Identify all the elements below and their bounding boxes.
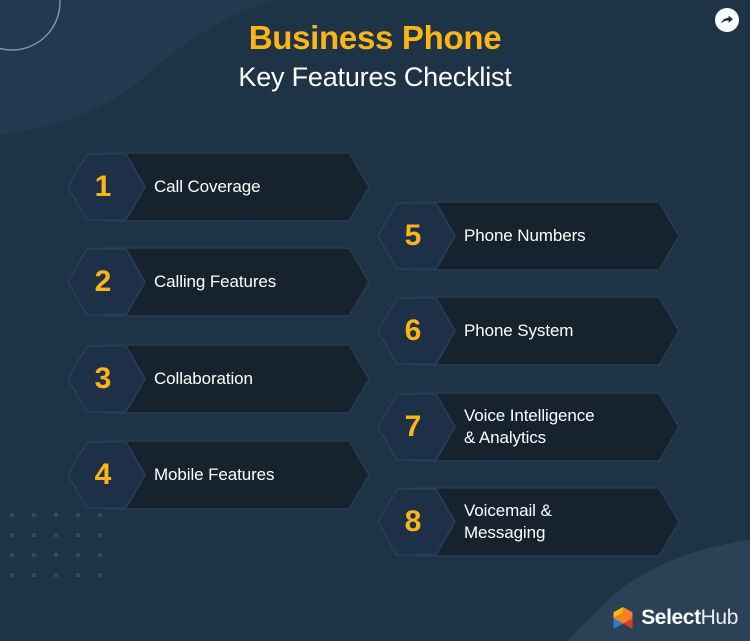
checklist-item-4[interactable]: 4 Mobile Features [64, 435, 372, 515]
checklist-item-8[interactable]: 8 Voicemail & Messaging [374, 482, 682, 562]
checklist-item-6[interactable]: 6 Phone System [374, 291, 682, 371]
checklist-item-7[interactable]: 7 Voice Intelligence & Analytics [374, 387, 682, 467]
checklist-item-5[interactable]: 5 Phone Numbers [374, 196, 682, 276]
checklist-item-label: Voice Intelligence & Analytics [464, 405, 595, 447]
checklist-item-2[interactable]: 2 Calling Features [64, 242, 372, 322]
checklist-item-label: Mobile Features [154, 464, 275, 484]
checklist-item-3[interactable]: 3 Collaboration [64, 339, 372, 419]
checklist-item-label: Calling Features [154, 271, 277, 291]
share-arrow-icon[interactable] [715, 8, 739, 32]
page-header: Business Phone Key Features Checklist [0, 18, 750, 95]
checklist-item-number: 7 [404, 410, 422, 443]
checklist-item-label: Phone System [464, 320, 574, 340]
checklist-item-label: Collaboration [154, 368, 253, 388]
checklist-item-label: Voicemail & Messaging [464, 500, 552, 542]
checklist-item-number: 3 [94, 362, 112, 395]
checklist-item-label: Call Coverage [154, 176, 261, 196]
checklist-item-number: 6 [404, 314, 422, 347]
selecthub-wordmark: SelectHub [641, 606, 738, 630]
checklist-item-1[interactable]: 1 Call Coverage [64, 147, 372, 227]
checklist-item-label: Phone Numbers [464, 225, 586, 245]
page-subtitle: Key Features Checklist [238, 62, 512, 93]
checklist-item-number: 8 [404, 505, 422, 538]
dot-grid-decoration [10, 513, 102, 577]
logo-text-hub: Hub [700, 606, 739, 629]
checklist-item-number: 5 [404, 219, 422, 252]
checklist-item-number: 4 [94, 458, 112, 491]
checklist-item-number: 2 [94, 265, 112, 298]
selecthub-cube-icon [613, 607, 633, 629]
checklist-item-number: 1 [94, 170, 112, 203]
logo-text-select: Select [641, 606, 701, 629]
page-title: Business Phone [248, 19, 502, 56]
selecthub-logo[interactable]: SelectHub [612, 605, 738, 631]
